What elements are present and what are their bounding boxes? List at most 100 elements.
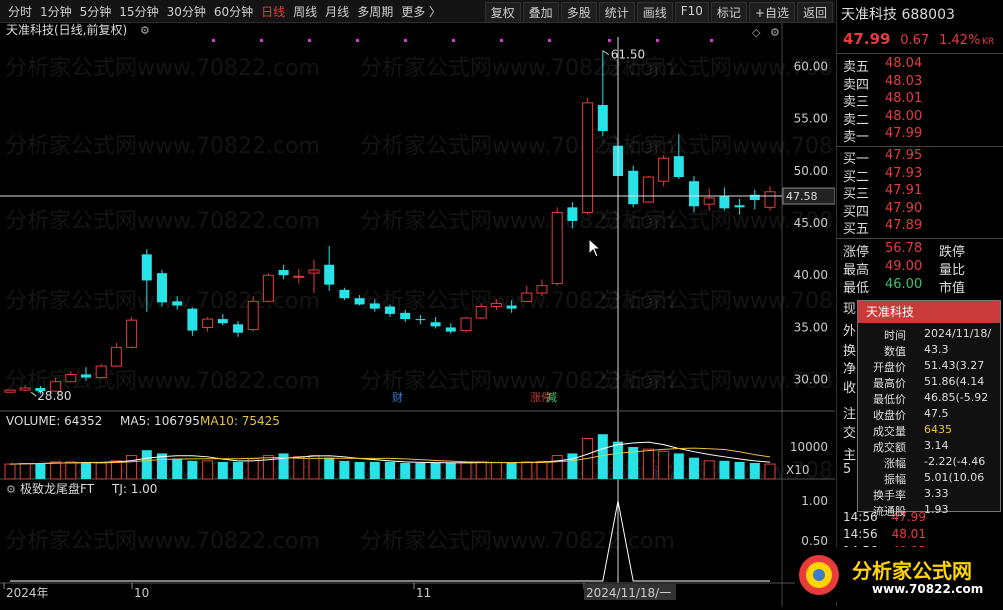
period-tab-1[interactable]: 1分钟	[40, 3, 72, 20]
candle[interactable]	[308, 259, 320, 293]
candle[interactable]	[233, 321, 243, 337]
candle[interactable]	[217, 313, 228, 326]
candle[interactable]	[628, 165, 639, 208]
tool-button-8[interactable]: 返回	[796, 2, 833, 23]
volume-bar	[19, 463, 31, 480]
partial-label: 现	[843, 302, 857, 317]
candle[interactable]	[430, 317, 441, 329]
volume-bar	[430, 463, 441, 479]
period-tab-10[interactable]: 更多 〉	[401, 3, 441, 20]
logo-url: www.70822.com	[872, 582, 984, 596]
candle[interactable]	[95, 364, 107, 379]
stat-label-2: 量比	[939, 263, 966, 278]
candle[interactable]	[293, 268, 305, 284]
candle[interactable]	[187, 307, 198, 336]
candle[interactable]	[582, 97, 594, 215]
candle[interactable]	[202, 317, 214, 332]
signal-dot	[548, 39, 551, 42]
volume-bar	[202, 460, 214, 480]
volume-bar	[490, 461, 502, 480]
event-badge[interactable]: 财	[392, 390, 403, 404]
stock-header: 天准科技 688003	[841, 4, 955, 24]
bid-price: 47.95	[885, 148, 923, 163]
tooltip-value: 51.86(4.14	[924, 375, 985, 388]
low-marker: 28.80	[37, 389, 71, 403]
candle[interactable]	[719, 187, 730, 211]
logo-text: 分析家公式网	[852, 559, 972, 583]
diamond-icon[interactable]: ◇	[752, 26, 761, 39]
candle[interactable]	[764, 186, 776, 211]
candle[interactable]	[324, 245, 335, 291]
tool-button-2[interactable]: 多股	[560, 2, 597, 23]
bid-level: 买五	[843, 222, 870, 238]
tool-button-7[interactable]: +自选	[748, 2, 795, 23]
ask-level: 卖三	[843, 95, 870, 111]
volume-bar	[81, 461, 91, 479]
candle[interactable]	[415, 314, 426, 325]
tooltip-row: 开盘价 51.43(3.27	[858, 359, 1000, 375]
y-tick-label: 30.00	[794, 373, 828, 387]
ask-level: 卖二	[843, 112, 870, 128]
ask-row: 卖二 48.00	[843, 109, 1003, 128]
candle[interactable]	[262, 273, 274, 303]
tool-button-4[interactable]: 画线	[636, 2, 673, 23]
gear-icon[interactable]: ⚙	[770, 26, 780, 39]
settings-gear-icon[interactable]: ⚙	[140, 24, 150, 37]
tool-button-0[interactable]: 复权	[484, 2, 521, 23]
event-badge[interactable]: 减	[546, 391, 557, 404]
tool-button-1[interactable]: 叠加	[522, 2, 559, 23]
candle-body	[308, 269, 320, 274]
candle-body	[278, 270, 289, 276]
high-marker-line	[602, 50, 610, 56]
signal-dot	[260, 39, 263, 42]
candle[interactable]	[157, 270, 167, 307]
candle[interactable]	[703, 188, 715, 211]
candle[interactable]	[658, 155, 670, 187]
signal-dot	[500, 39, 503, 42]
chart-area[interactable]: 分析家公式网www.70822.com 分析家公式网www.70822.com 分析…	[0, 22, 915, 607]
period-tab-8[interactable]: 月线	[325, 3, 349, 20]
period-tab-5[interactable]: 60分钟	[214, 3, 253, 20]
bid-price: 47.91	[885, 183, 923, 199]
candle[interactable]	[749, 189, 760, 210]
signal-dot	[452, 39, 455, 42]
volume-bar	[673, 453, 684, 479]
period-tab-4[interactable]: 30分钟	[167, 3, 206, 20]
candle[interactable]	[339, 287, 350, 301]
candle[interactable]	[642, 176, 654, 203]
candle-body	[551, 212, 563, 285]
indicator-gear-icon[interactable]: ⚙	[6, 483, 16, 496]
tool-button-3[interactable]: 统计	[598, 2, 635, 23]
kline-chart[interactable]: 分析家公式网www.70822.com 分析家公式网www.70822.com 分析…	[0, 22, 915, 607]
period-tab-9[interactable]: 多周期	[357, 3, 393, 20]
tooltip-row: 收盘价 47.5	[858, 407, 1000, 423]
tooltip-value: 47.5	[924, 407, 949, 420]
candle[interactable]	[278, 264, 289, 280]
candle[interactable]	[126, 317, 138, 349]
period-tab-3[interactable]: 15分钟	[119, 3, 158, 20]
candle[interactable]	[4, 389, 16, 393]
tool-button-6[interactable]: 标记	[710, 2, 747, 23]
ask-price: 48.03	[885, 73, 923, 89]
candle[interactable]	[689, 176, 699, 213]
period-tab-6[interactable]: 日线	[261, 3, 285, 20]
tool-button-5[interactable]: F10	[674, 2, 709, 23]
candle[interactable]	[460, 317, 472, 333]
candle[interactable]	[110, 343, 122, 368]
volume-ma10: MA10: 75425	[200, 414, 280, 428]
candle-body	[400, 312, 411, 320]
partial-label: 净	[843, 362, 857, 377]
candle[interactable]	[247, 296, 259, 332]
candle-body	[415, 319, 426, 321]
candle[interactable]	[551, 207, 563, 286]
candle-body	[324, 264, 335, 285]
candle-body	[689, 181, 699, 207]
period-tab-0[interactable]: 分时	[8, 3, 32, 20]
period-tab-2[interactable]: 5分钟	[80, 3, 112, 20]
candle[interactable]	[445, 323, 456, 334]
tooltip-row: 数值 43.3	[858, 343, 1000, 359]
ask-price: 48.04	[885, 56, 923, 71]
tooltip-title: 天准科技	[858, 301, 1000, 323]
period-tab-7[interactable]: 周线	[293, 3, 317, 20]
candle-body	[506, 305, 517, 309]
